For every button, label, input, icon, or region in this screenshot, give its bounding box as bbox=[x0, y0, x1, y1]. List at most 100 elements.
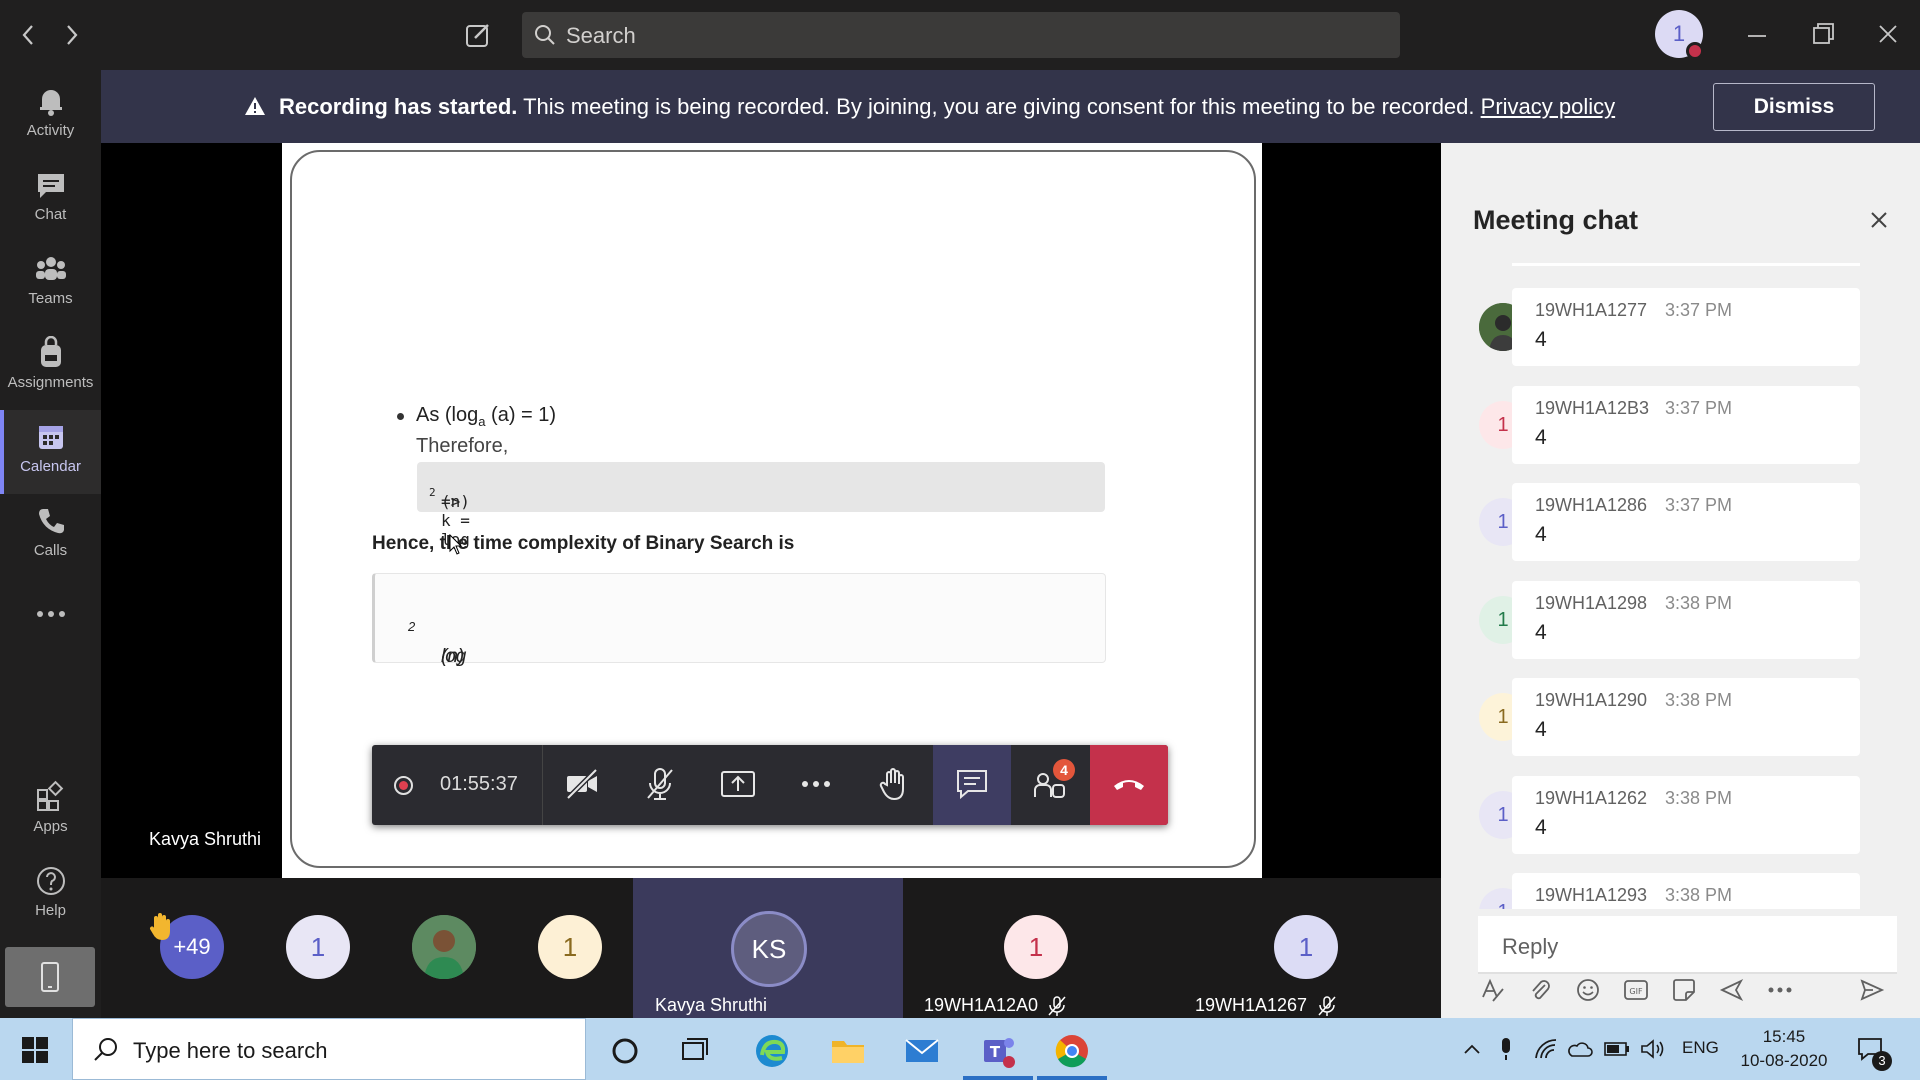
chat-icon bbox=[37, 174, 64, 198]
attach-icon[interactable] bbox=[1527, 977, 1553, 1003]
cortana-icon[interactable] bbox=[605, 1031, 645, 1071]
rail-item-calendar[interactable]: Calendar bbox=[0, 410, 101, 494]
camera-off-button[interactable] bbox=[543, 745, 621, 825]
chat-message[interactable]: 19WH1A1277 3:37 PM 4 bbox=[1512, 288, 1860, 366]
onedrive-icon[interactable] bbox=[1567, 1040, 1593, 1058]
rail-item-chat[interactable]: Chat bbox=[0, 158, 101, 242]
phone-icon bbox=[38, 509, 64, 534]
rail-label-chat: Chat bbox=[34, 206, 67, 223]
message-time: 3:38 PM bbox=[1665, 593, 1733, 613]
mute-button[interactable] bbox=[621, 745, 699, 825]
windows-start-icon[interactable] bbox=[22, 1037, 48, 1063]
chat-message[interactable]: 19WH1A1293 3:38 PM bbox=[1512, 873, 1860, 909]
reply-input[interactable]: Reply bbox=[1478, 916, 1897, 974]
compose-icon[interactable] bbox=[464, 21, 492, 49]
sticker-icon[interactable] bbox=[1671, 977, 1697, 1003]
mail-icon[interactable] bbox=[902, 1031, 942, 1071]
volume-icon[interactable] bbox=[1640, 1038, 1666, 1060]
speaker-name: Kavya Shruthi bbox=[655, 995, 768, 1015]
send-icon[interactable] bbox=[1859, 977, 1885, 1003]
more-apps-icon[interactable] bbox=[36, 610, 66, 618]
close-window-icon[interactable] bbox=[1877, 23, 1899, 45]
dismiss-button[interactable]: Dismiss bbox=[1713, 83, 1875, 131]
share-tray-icon bbox=[721, 771, 755, 797]
search-icon bbox=[94, 1038, 117, 1061]
recording-indicator-icon bbox=[394, 776, 413, 795]
restore-icon[interactable] bbox=[1812, 22, 1836, 46]
banner-message: Recording has started. This meeting is b… bbox=[279, 94, 1615, 120]
mobile-app-button[interactable] bbox=[5, 947, 95, 1007]
help-icon bbox=[36, 867, 65, 895]
taskbar-clock[interactable]: 15:45 10-08-2020 bbox=[1736, 1025, 1832, 1073]
rail-label-activity: Activity bbox=[26, 122, 75, 139]
task-view-icon[interactable] bbox=[675, 1031, 715, 1071]
show-chat-button[interactable] bbox=[933, 745, 1011, 825]
chat-message[interactable]: 19WH1A1298 3:38 PM 4 bbox=[1512, 581, 1860, 659]
slide-therefore-text: Therefore, bbox=[416, 435, 509, 457]
participant-avatar[interactable]: 1 bbox=[538, 915, 602, 979]
gif-icon[interactable]: GIF bbox=[1623, 977, 1649, 1003]
meet-now-icon[interactable] bbox=[1719, 977, 1745, 1003]
participant-photo-avatar[interactable] bbox=[412, 915, 476, 979]
edge-icon[interactable] bbox=[752, 1031, 792, 1071]
back-arrow-icon[interactable] bbox=[18, 22, 40, 48]
input-language[interactable]: ENG bbox=[1682, 1038, 1719, 1058]
rail-label-help: Help bbox=[35, 902, 66, 919]
rail-item-assignments[interactable]: Assignments bbox=[0, 326, 101, 410]
battery-icon[interactable] bbox=[1604, 1040, 1630, 1058]
message-time: 3:37 PM bbox=[1665, 300, 1733, 320]
microphone-icon[interactable] bbox=[1499, 1036, 1513, 1062]
leave-call-button[interactable] bbox=[1090, 745, 1168, 825]
rail-label-teams: Teams bbox=[28, 290, 73, 307]
share-screen-button[interactable] bbox=[699, 745, 777, 825]
chat-scroll-edge bbox=[1512, 263, 1860, 266]
rail-item-teams[interactable]: Teams bbox=[0, 242, 101, 326]
participant-avatar[interactable]: 1 bbox=[286, 915, 350, 979]
emoji-icon[interactable] bbox=[1575, 977, 1601, 1003]
privacy-policy-link[interactable]: Privacy policy bbox=[1481, 94, 1615, 119]
presence-busy-icon bbox=[1686, 42, 1704, 60]
slide-conclusion-text: Hence, the time complexity of Binary Sea… bbox=[372, 533, 795, 554]
rail-item-help[interactable]: Help bbox=[0, 854, 101, 938]
message-sender: 19WH1A1262 bbox=[1535, 788, 1648, 808]
person-photo-icon bbox=[412, 915, 476, 979]
rail-label-assignments: Assignments bbox=[7, 374, 94, 391]
forward-arrow-icon[interactable] bbox=[60, 22, 82, 48]
presenter-name: Kavya Shruthi bbox=[149, 829, 262, 849]
chat-message[interactable]: 19WH1A12B3 3:37 PM 4 bbox=[1512, 386, 1860, 464]
rail-item-apps[interactable]: Apps bbox=[0, 770, 101, 854]
teams-app-icon[interactable]: T bbox=[978, 1031, 1018, 1071]
svg-text:GIF: GIF bbox=[1629, 987, 1643, 996]
bell-icon bbox=[39, 90, 62, 116]
chat-message[interactable]: 19WH1A1290 3:38 PM 4 bbox=[1512, 678, 1860, 756]
chat-message[interactable]: 19WH1A1262 3:38 PM 4 bbox=[1512, 776, 1860, 854]
chat-message[interactable]: 19WH1A1286 3:37 PM 4 bbox=[1512, 483, 1860, 561]
more-actions-button[interactable] bbox=[777, 745, 855, 825]
show-participants-button[interactable]: 4 bbox=[1011, 745, 1089, 825]
rail-item-calls[interactable]: Calls bbox=[0, 494, 101, 578]
raise-hand-button[interactable] bbox=[855, 745, 933, 825]
more-options-icon[interactable] bbox=[1767, 986, 1793, 994]
rail-label-calls: Calls bbox=[33, 542, 68, 559]
chrome-icon[interactable] bbox=[1052, 1031, 1092, 1071]
message-sender: 19WH1A1290 bbox=[1535, 690, 1648, 710]
close-chat-icon[interactable] bbox=[1868, 209, 1890, 231]
search-input[interactable]: Search bbox=[522, 12, 1400, 58]
show-hidden-icons-icon[interactable] bbox=[1463, 1042, 1481, 1056]
format-icon[interactable] bbox=[1479, 977, 1505, 1003]
minimize-icon[interactable] bbox=[1746, 25, 1768, 47]
participant-avatar[interactable]: 1 bbox=[1274, 915, 1338, 979]
taskbar-search-input[interactable]: Type here to search bbox=[72, 1018, 586, 1080]
message-text: 4 bbox=[1535, 328, 1547, 351]
active-speaker-tile[interactable]: KS Kavya Shruthi bbox=[633, 878, 903, 1018]
message-time: 3:37 PM bbox=[1665, 398, 1733, 418]
participant-avatar[interactable]: 1 bbox=[1004, 915, 1068, 979]
message-text: 4 bbox=[1535, 426, 1547, 449]
bullet-dot bbox=[397, 413, 404, 420]
file-explorer-icon[interactable] bbox=[828, 1031, 868, 1071]
wifi-icon[interactable] bbox=[1534, 1038, 1558, 1060]
svg-text:T: T bbox=[990, 1043, 1001, 1061]
clock-time: 15:45 bbox=[1762, 1027, 1806, 1046]
participants-strip: +49 1 1 KS Kavya Shruthi 1 19WH1A12A0 1 … bbox=[101, 878, 1441, 1018]
rail-item-activity[interactable]: Activity bbox=[0, 74, 101, 158]
